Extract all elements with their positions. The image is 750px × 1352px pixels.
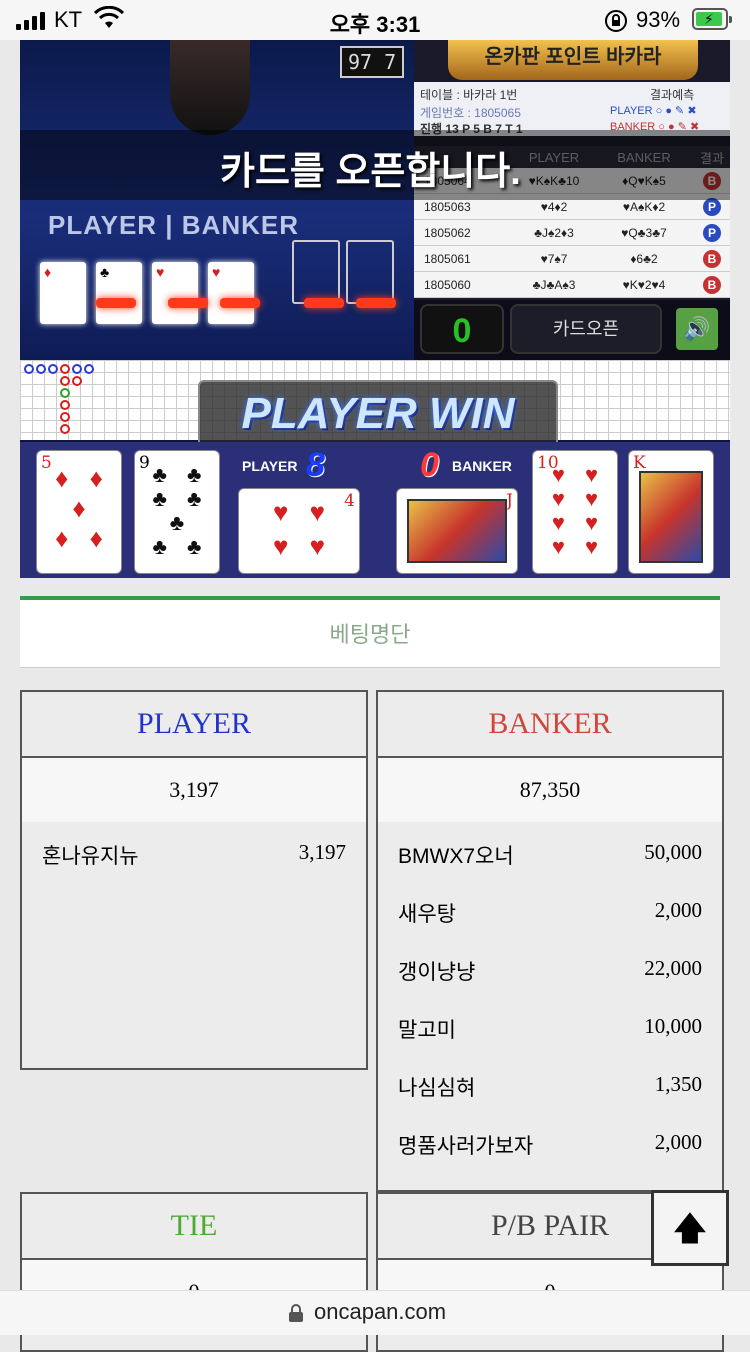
road-dot bbox=[60, 424, 70, 434]
overlay-message: 카드를 오픈합니다. bbox=[220, 151, 521, 193]
banker-score-label: BANKER bbox=[452, 458, 512, 474]
bet-row: 말고미 10,000 bbox=[378, 996, 722, 1054]
dealer-image bbox=[170, 40, 250, 135]
table-light bbox=[96, 298, 136, 308]
bet-amount: 2,000 bbox=[654, 898, 702, 922]
bettor-name: 말고미 bbox=[398, 1019, 456, 1042]
game-info-panel: 온카판 포인트 바카라 테이블 : 바카라 1번 결과예측 게임번호 : 180… bbox=[414, 40, 730, 360]
table-cards: ♦ ♣ ♥ ♥ bbox=[40, 262, 254, 324]
battery-percent: 93% bbox=[636, 7, 681, 32]
road-dot bbox=[48, 364, 58, 374]
road-dot bbox=[60, 412, 70, 422]
bet-row: 갱이냥냥 22,000 bbox=[378, 938, 722, 996]
empty-card-slot bbox=[346, 240, 394, 304]
history-row: 1805062 ♣J♠2♦3 ♥Q♣3♣7 P bbox=[414, 220, 730, 246]
bet-row: 나심심혀 1,350 bbox=[378, 1054, 722, 1112]
banker-card-1: J bbox=[396, 488, 518, 574]
road-dot bbox=[60, 400, 70, 410]
player-card-1: 5 ♦ ♦ ♦ ♦ ♦ bbox=[36, 450, 122, 574]
url-text: oncapan.com bbox=[314, 1299, 447, 1324]
rotation-lock-icon bbox=[604, 9, 628, 38]
table-name: 테이블 : 바카라 1번 bbox=[420, 88, 518, 102]
road-dot bbox=[60, 388, 70, 398]
bet-amount: 2,000 bbox=[654, 1130, 702, 1154]
overlay-message-bar: 카드를 오픈합니다. bbox=[20, 130, 730, 200]
round-score: 0 bbox=[420, 304, 504, 354]
result-badge: B bbox=[703, 275, 721, 294]
baccarat-game: 97 7 PLAYER | BANKER ♦ ♣ ♥ ♥ 온카판 포인트 바카라… bbox=[20, 40, 730, 578]
player-score-label: PLAYER bbox=[242, 458, 298, 474]
bet-amount: 50,000 bbox=[644, 840, 702, 864]
result-badge: P bbox=[703, 223, 721, 242]
bettor-name: 혼나유지뉴 bbox=[42, 845, 139, 868]
win-text: PLAYER WIN bbox=[241, 389, 515, 438]
status-bar: KT 오후 3:31 93% ⚡ bbox=[0, 0, 750, 40]
battery-icon: ⚡ bbox=[692, 8, 732, 30]
bet-amount: 3,197 bbox=[298, 840, 346, 864]
table-light bbox=[356, 298, 396, 308]
banker-card-2: 10 ♥ ♥ ♥ ♥ ♥ ♥ ♥ ♥ bbox=[532, 450, 618, 574]
road-dot bbox=[36, 364, 46, 374]
live-video: 97 7 PLAYER | BANKER ♦ ♣ ♥ ♥ bbox=[20, 40, 414, 360]
road-dot bbox=[60, 364, 70, 374]
table-light bbox=[304, 298, 344, 308]
banker-card-3: K bbox=[628, 450, 714, 574]
bet-amount: 10,000 bbox=[644, 1014, 702, 1038]
bettor-name: 명품사러가보자 bbox=[398, 1135, 534, 1158]
table-light bbox=[220, 298, 260, 308]
player-card-2: 9 ♣ ♣ ♣ ♣ ♣ ♣ ♣ bbox=[134, 450, 220, 574]
speaker-icon[interactable]: 🔊 bbox=[676, 308, 718, 350]
banker-bets-header: BANKER bbox=[378, 692, 722, 758]
browser-url-bar[interactable]: oncapan.com bbox=[0, 1290, 750, 1335]
banker-bets-total: 87,350 bbox=[378, 758, 722, 822]
table-card: ♣ bbox=[96, 262, 142, 324]
table-light bbox=[168, 298, 208, 308]
player-bets-total: 3,197 bbox=[22, 758, 366, 822]
table-card: ♥ bbox=[152, 262, 198, 324]
dealer-counter: 97 7 bbox=[340, 46, 405, 78]
result-badge: P bbox=[703, 197, 721, 216]
dealt-cards: 5 ♦ ♦ ♦ ♦ ♦ 9 ♣ ♣ ♣ ♣ ♣ ♣ ♣ 4 ♥ ♥ ♥ ♥ PLAYER 8… bbox=[20, 442, 730, 578]
banker-score: 0 bbox=[420, 446, 439, 484]
road-dot bbox=[72, 364, 82, 374]
game-number: 게임번호 : 1805065 bbox=[420, 106, 521, 120]
predict-player[interactable]: PLAYER ○ ● ✎ ✖ bbox=[610, 104, 697, 117]
history-row: 1805061 ♥7♠7 ♦6♣2 B bbox=[414, 246, 730, 272]
banker-bets-box: BANKER 87,350 BMWX7오너 50,000 새우탕 2,000 갱이냥냥 2… bbox=[376, 690, 724, 1192]
bet-row: BMWX7오너 50,000 bbox=[378, 822, 722, 880]
card-open-button[interactable]: 카드오픈 bbox=[510, 304, 662, 354]
arrow-up-icon[interactable]: 🡅 bbox=[651, 1190, 729, 1266]
table-card: ♦ bbox=[40, 262, 86, 324]
win-banner: PLAYER WIN bbox=[198, 380, 558, 448]
bet-row: 명품사러가보자 2,000 bbox=[378, 1112, 722, 1170]
road-dot bbox=[84, 364, 94, 374]
bet-row: 혼나유지뉴 3,197 bbox=[22, 822, 366, 880]
road-dot bbox=[24, 364, 34, 374]
bettor-name: BMWX7오너 bbox=[398, 845, 514, 868]
tie-bets-header: TIE bbox=[22, 1194, 366, 1260]
bettor-name: 갱이냥냥 bbox=[398, 961, 476, 984]
road-dot bbox=[72, 376, 82, 386]
table-labels: PLAYER | BANKER bbox=[48, 210, 300, 240]
bet-row: 새우탕 2,000 bbox=[378, 880, 722, 938]
result-badge: B bbox=[703, 249, 721, 268]
empty-card-slot bbox=[292, 240, 340, 304]
player-bets-box: PLAYER 3,197 혼나유지뉴 3,197 bbox=[20, 690, 368, 1070]
player-card-3: 4 ♥ ♥ ♥ ♥ bbox=[238, 488, 360, 574]
bettor-name: 새우탕 bbox=[398, 903, 456, 926]
bettor-name: 나심심혀 bbox=[398, 1077, 476, 1100]
road-dot bbox=[60, 376, 70, 386]
bet-amount: 22,000 bbox=[644, 956, 702, 980]
lock-icon bbox=[288, 1303, 304, 1328]
history-row: 1805060 ♣J♣A♠3 ♥K♥2♥4 B bbox=[414, 272, 730, 298]
betting-list-title: 베팅명단 bbox=[20, 596, 720, 668]
game-logo: 온카판 포인트 바카라 bbox=[448, 40, 698, 80]
game-info: 테이블 : 바카라 1번 결과예측 게임번호 : 1805065 PLAYER … bbox=[414, 82, 730, 136]
bet-amount: 1,350 bbox=[654, 1072, 702, 1096]
table-card: ♥ bbox=[208, 262, 254, 324]
player-bets-header: PLAYER bbox=[22, 692, 366, 758]
control-bar: 0 카드오픈 🔊 bbox=[414, 300, 730, 360]
result-predict-label: 결과예측 bbox=[650, 88, 695, 102]
player-score: 8 bbox=[306, 446, 325, 484]
